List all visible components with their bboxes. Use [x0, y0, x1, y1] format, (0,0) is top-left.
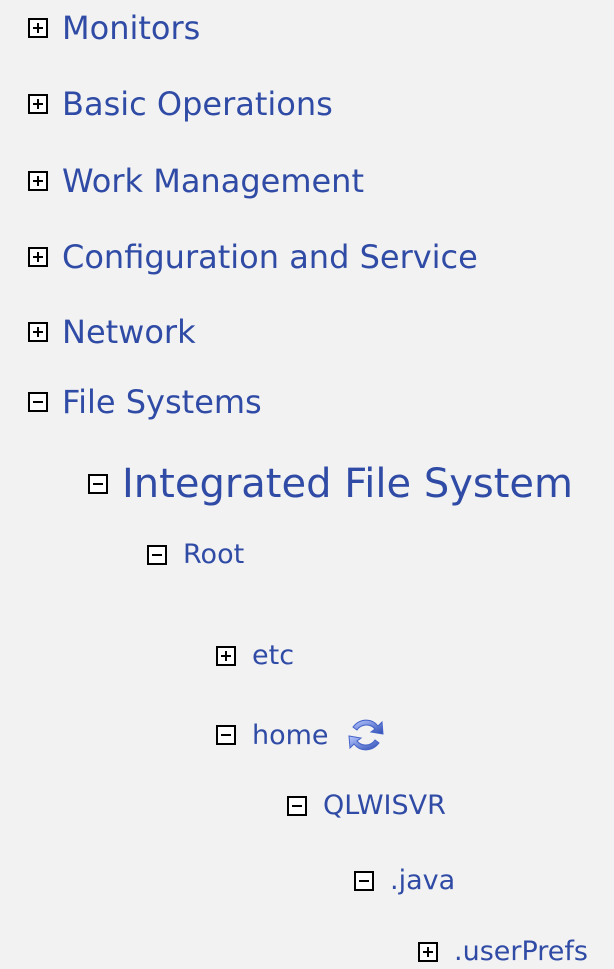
refresh-icon[interactable]: [343, 712, 389, 758]
collapse-icon[interactable]: [287, 795, 307, 816]
tree-item-label: Work Management: [62, 162, 364, 200]
expand-icon[interactable]: [418, 941, 438, 962]
collapse-icon[interactable]: [28, 392, 48, 412]
expand-icon[interactable]: [28, 247, 48, 267]
tree-item-monitors[interactable]: Monitors: [28, 12, 200, 44]
tree-item-file-systems[interactable]: File Systems: [28, 386, 262, 418]
tree-item-label: Integrated File System: [122, 461, 573, 507]
tree-item-label: Root: [183, 539, 245, 570]
tree-item-etc[interactable]: etc: [216, 642, 294, 669]
tree-item-label: Network: [62, 313, 196, 351]
expand-icon[interactable]: [28, 18, 48, 38]
collapse-icon[interactable]: [216, 725, 236, 745]
tree-item-home[interactable]: home: [216, 712, 389, 758]
tree-item-userprefs[interactable]: .userPrefs: [418, 938, 588, 965]
tree-item-label: home: [252, 719, 329, 751]
collapse-icon[interactable]: [88, 474, 108, 494]
tree-item-work-management[interactable]: Work Management: [28, 165, 364, 197]
expand-icon[interactable]: [28, 322, 48, 342]
tree-item-java[interactable]: .java: [354, 867, 455, 894]
tree-item-integrated-file-system[interactable]: Integrated File System: [88, 464, 573, 504]
tree-item-qlwisvr[interactable]: QLWISVR: [287, 792, 446, 819]
tree-item-basic-operations[interactable]: Basic Operations: [28, 88, 333, 120]
expand-icon[interactable]: [28, 171, 48, 191]
collapse-icon[interactable]: [354, 870, 374, 891]
tree-item-label: etc: [252, 640, 295, 671]
tree-item-label: Monitors: [62, 9, 201, 47]
tree-item-network[interactable]: Network: [28, 316, 196, 348]
expand-icon[interactable]: [216, 645, 236, 666]
collapse-icon[interactable]: [147, 544, 167, 565]
tree-item-label: .java: [390, 865, 456, 896]
tree-item-root[interactable]: Root: [147, 541, 244, 568]
tree-item-label: .userPrefs: [454, 936, 588, 967]
tree-item-label: File Systems: [62, 383, 262, 421]
tree-item-label: Configuration and Service: [62, 238, 478, 276]
tree-item-label: QLWISVR: [323, 790, 446, 821]
expand-icon[interactable]: [28, 94, 48, 114]
navigation-tree: Monitors Basic Operations Work Managemen…: [0, 0, 614, 969]
tree-item-label: Basic Operations: [62, 85, 333, 123]
tree-item-configuration-and-service[interactable]: Configuration and Service: [28, 241, 478, 273]
